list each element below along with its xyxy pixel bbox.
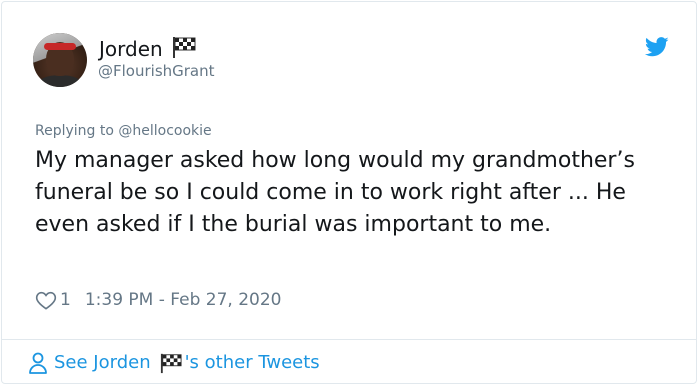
- reply-mention-link[interactable]: @hellocookie: [118, 123, 211, 139]
- card-divider: [2, 339, 696, 340]
- tweet-card: Jorden @FlourishGrant Replying to @hello…: [1, 1, 697, 384]
- tweet-meta: 1 1:39 PM - Feb 27, 2020: [35, 288, 281, 312]
- see-more-prefix[interactable]: See Jorden: [54, 350, 151, 376]
- replying-to-prefix: Replying to: [35, 123, 119, 139]
- replying-to-line: Replying to @hellocookie: [35, 121, 212, 141]
- tweet-timestamp[interactable]: 1:39 PM - Feb 27, 2020: [85, 288, 282, 312]
- checkered-flag-icon: [160, 353, 182, 374]
- author-handle[interactable]: @FlourishGrant: [98, 61, 215, 81]
- see-other-tweets-link[interactable]: See Jorden 's other Tweets: [28, 350, 320, 376]
- author-name-row[interactable]: Jorden: [99, 35, 197, 61]
- checkered-flag-icon: [172, 37, 196, 58]
- avatar[interactable]: [33, 33, 87, 87]
- person-outline-icon: [29, 352, 47, 374]
- author-name[interactable]: Jorden: [99, 37, 163, 61]
- twitter-bird-icon[interactable]: [645, 37, 669, 57]
- like-count[interactable]: 1: [60, 288, 71, 312]
- avatar-headband: [44, 43, 76, 50]
- tweet-text: My manager asked how long would my grand…: [35, 148, 635, 237]
- heart-outline-icon[interactable]: [35, 290, 57, 310]
- see-more-suffix[interactable]: 's other Tweets: [185, 350, 320, 376]
